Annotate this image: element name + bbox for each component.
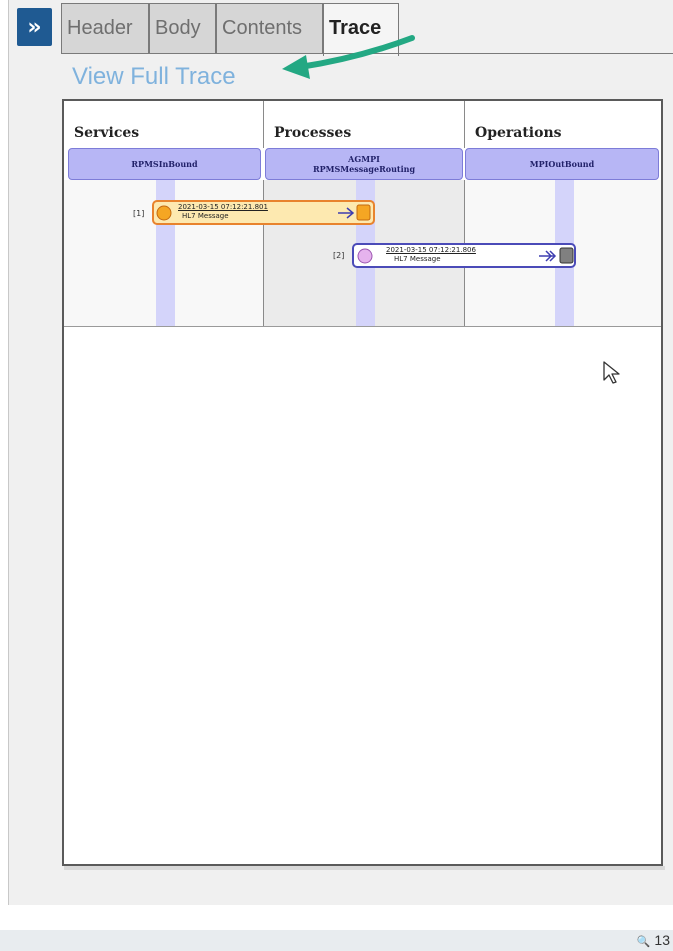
square-target-icon [356, 204, 371, 221]
column-header-operations: Operations [475, 125, 562, 141]
tab-header[interactable]: Header [61, 3, 149, 53]
column-header-processes: Processes [264, 101, 465, 148]
zoom-indicator[interactable]: 🔍 13 [637, 932, 670, 948]
status-bar [0, 930, 673, 951]
host-rpmsinbound[interactable]: RPMSInBound [68, 148, 261, 180]
host-mpioutbound[interactable]: MPIOutBound [465, 148, 659, 180]
trace-panel: Services Processes Operations RPMSInBoun… [62, 99, 663, 866]
square-target-icon [559, 247, 574, 264]
trace-message-2[interactable]: 2021-03-15 07:12:21.806 HL7 Message [352, 243, 576, 268]
mouse-cursor-icon [603, 361, 620, 384]
trace-message-1[interactable]: 2021-03-15 07:12:21.801 HL7 Message [152, 200, 375, 225]
lane-bottom-divider [64, 326, 661, 327]
message-index: [1] [133, 209, 145, 218]
circle-source-icon [357, 248, 373, 264]
double-arrow-right-icon [539, 250, 557, 262]
host-rpmsmessagerouting[interactable]: AGMPI RPMSMessageRouting [265, 148, 463, 180]
circle-source-icon [156, 205, 172, 221]
arrow-right-icon [338, 207, 355, 219]
panel-bottom-shadow [64, 866, 665, 870]
column-header-services: Services [64, 101, 264, 148]
expand-sidebar-button[interactable]: » [17, 8, 52, 46]
double-chevron-right-icon: » [27, 14, 42, 40]
view-full-trace-link[interactable]: View Full Trace [72, 63, 236, 91]
tab-body[interactable]: Body [149, 3, 216, 53]
zoom-icon: 🔍 [636, 936, 651, 948]
annotation-arrow-icon [282, 35, 415, 79]
message-index: [2] [333, 251, 345, 260]
